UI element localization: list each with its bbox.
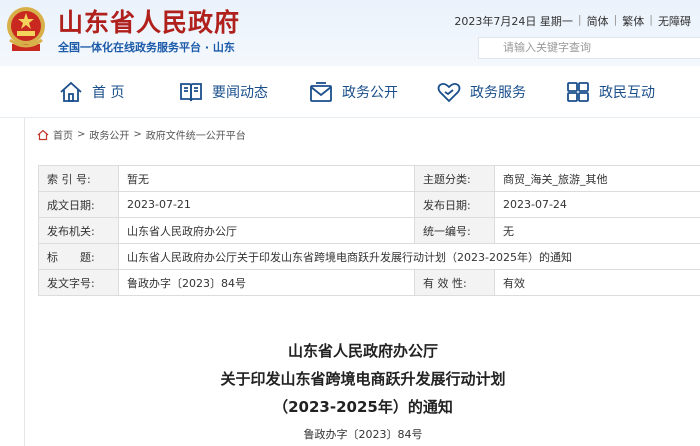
table-row: 索 引 号: 暂无 主题分类: 商贸_海关_旅游_其他 xyxy=(38,165,700,192)
simplified-link[interactable]: 简体 xyxy=(582,13,614,29)
traditional-link[interactable]: 繁体 xyxy=(617,13,649,29)
table-row: 发布机关: 山东省人民政府办公厅 统一编号: 无 xyxy=(38,217,700,244)
category-value: 商贸_海关_旅游_其他 xyxy=(494,165,700,192)
nav-item-interaction[interactable]: 政民互动 xyxy=(565,78,655,106)
people-icon xyxy=(567,82,589,102)
nav-item-home[interactable]: 首 页 xyxy=(58,78,124,106)
table-row: 成文日期: 2023-07-21 发布日期: 2023-07-24 xyxy=(38,191,700,218)
site-subtitle: 全国一体化在线政务服务平台 · 山东 xyxy=(58,41,235,54)
validity-label: 有 效 性: xyxy=(414,269,495,296)
national-emblem-icon xyxy=(7,7,45,51)
created-date-label: 成文日期: xyxy=(38,191,119,218)
nav-label: 要闻动态 xyxy=(212,85,268,101)
nav-label: 首 页 xyxy=(92,85,125,101)
created-date-value: 2023-07-21 xyxy=(118,191,415,218)
accessibility-link[interactable]: 无障碍 xyxy=(653,13,696,29)
table-row: 标 题: 山东省人民政府办公厅关于印发山东省跨境电商跃升发展行动计划（2023-… xyxy=(38,243,700,270)
index-label: 索 引 号: xyxy=(38,165,119,192)
validity-value: 有效 xyxy=(494,269,700,296)
table-row: 发文字号: 鲁政办字〔2023〕84号 有 效 性: 有效 xyxy=(38,269,700,296)
doc-number-label: 发文字号: xyxy=(38,269,119,296)
title-value: 山东省人民政府办公厅关于印发山东省跨境电商跃升发展行动计划（2023-2025年… xyxy=(118,243,700,270)
unified-number-label: 统一编号: xyxy=(414,217,495,244)
search-input[interactable]: 请输入关键字查询 xyxy=(478,37,700,59)
heart-hand-icon xyxy=(437,82,461,103)
nav-item-news[interactable]: 要闻动态 xyxy=(178,78,268,106)
breadcrumb-home[interactable]: 首页 xyxy=(53,127,73,142)
breadcrumb-document-platform[interactable]: 政府文件统一公开平台 xyxy=(146,127,246,142)
home-icon xyxy=(37,129,49,140)
nav-item-services[interactable]: 政务服务 xyxy=(436,78,526,106)
breadcrumb: 首页 > 政务公开 > 政府文件统一公开平台 xyxy=(37,127,246,142)
document-info-table: 索 引 号: 暂无 主题分类: 商贸_海关_旅游_其他 成文日期: 2023-0… xyxy=(38,165,700,296)
doc-number-value: 鲁政办字〔2023〕84号 xyxy=(118,269,415,296)
unified-number-value: 无 xyxy=(494,217,700,244)
index-value: 暂无 xyxy=(118,165,415,192)
article-title-line-3: （2023-2025年）的通知 xyxy=(273,398,453,416)
published-date-value: 2023-07-24 xyxy=(494,191,700,218)
title-label: 标 题: xyxy=(38,243,119,270)
nav-label: 政民互动 xyxy=(599,85,655,101)
content-area: 首页 > 政务公开 > 政府文件统一公开平台 索 引 号: 暂无 主题分类: 商… xyxy=(24,118,700,446)
top-bar: 2023年7月24日 星期一 | 简体 | 繁体 | 无障碍 xyxy=(449,13,696,29)
current-date: 2023年7月24日 星期一 xyxy=(454,15,573,28)
article-title-line-1: 山东省人民政府办公厅 xyxy=(287,342,438,360)
issuer-value: 山东省人民政府办公厅 xyxy=(118,217,415,244)
article-doc-number: 鲁政办字〔2023〕84号 xyxy=(303,428,423,441)
home-icon xyxy=(60,81,82,102)
nav-item-open-government[interactable]: 政务公开 xyxy=(308,78,398,106)
breadcrumb-open-government[interactable]: 政务公开 xyxy=(89,127,129,142)
main-nav: 首 页 要闻动态 政务公开 政务服务 政民互动 xyxy=(0,66,700,118)
nav-label: 政务服务 xyxy=(470,85,526,101)
article-title-line-2: 关于印发山东省跨境电商跃升发展行动计划 xyxy=(220,370,506,388)
site-header: 山东省人民政府 全国一体化在线政务服务平台 · 山东 2023年7月24日 星期… xyxy=(0,0,700,66)
category-label: 主题分类: xyxy=(414,165,495,192)
nav-label: 政务公开 xyxy=(342,85,398,101)
mail-icon xyxy=(310,82,332,102)
site-title[interactable]: 山东省人民政府 xyxy=(58,8,240,38)
published-date-label: 发布日期: xyxy=(414,191,495,218)
issuer-label: 发布机关: xyxy=(38,217,119,244)
book-icon xyxy=(180,83,202,102)
